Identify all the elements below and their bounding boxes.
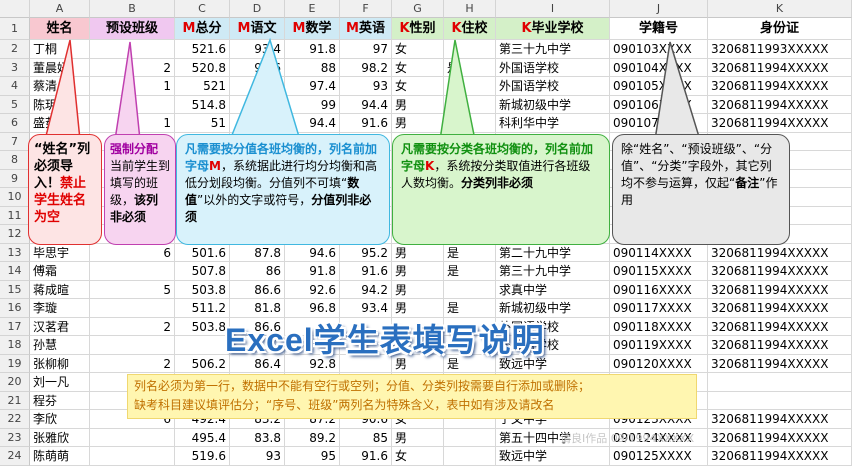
- spreadsheet: A B C D E F G H I J K 1 2 3 4 5 6 7 8 9 10 11 12 13 1…: [0, 0, 852, 471]
- instruction-note: 列名必须为第一行，数据中不能有空行或空列；分值、分类列按需要自行添加或删除； 缺…: [127, 374, 697, 419]
- pointer-a: [44, 39, 81, 141]
- overlay-title: Excel学生表填写说明: [225, 322, 545, 358]
- callout-m-text3: ”以外的文字或符号，: [197, 193, 312, 207]
- callout-category-columns: 凡需要按分类各班均衡的，列名前加字母K，系统按分类取值进行各班级人数均衡。分类列…: [392, 134, 610, 245]
- callout-class-assign: 强制分配当前学生到填写的班级，该列非必须: [104, 134, 176, 245]
- note-line1: 列名必须为第一行，数据中不能有空行或空列；分值、分类列按需要自行添加或删除；: [134, 379, 591, 393]
- pointer-k: [439, 39, 476, 141]
- callout-b-text1: 强制分配: [110, 142, 159, 156]
- note-line2: 缺考科目建议填评估分；“序号、班级”两列名为特殊含义，表中如有涉及请改名: [134, 398, 555, 412]
- callout-m-letter: M: [209, 159, 221, 173]
- callout-name-required: “姓名”列必须导入！禁止学生姓名为空: [28, 134, 102, 245]
- pointer-b: [114, 41, 141, 141]
- callout-k-text3: 分类列非必须: [461, 176, 534, 190]
- pointer-other: [654, 41, 702, 141]
- pointer-m: [228, 37, 302, 141]
- callout-other-bold: 备注: [735, 176, 760, 190]
- callout-k-letter: K: [425, 159, 435, 173]
- callout-score-columns: 凡需要按分值各班均衡的，列名前加字母M，系统据此进行均分均衡和高低分划段均衡。分…: [176, 134, 390, 245]
- callout-other-columns: 除“姓名”、“预设班级”、“分值”、“分类”字段外，其它列均不参与运算，仅起“备…: [612, 134, 790, 245]
- watermark: 请良Ⅰ作品 09/1994XXXXX: [560, 432, 695, 445]
